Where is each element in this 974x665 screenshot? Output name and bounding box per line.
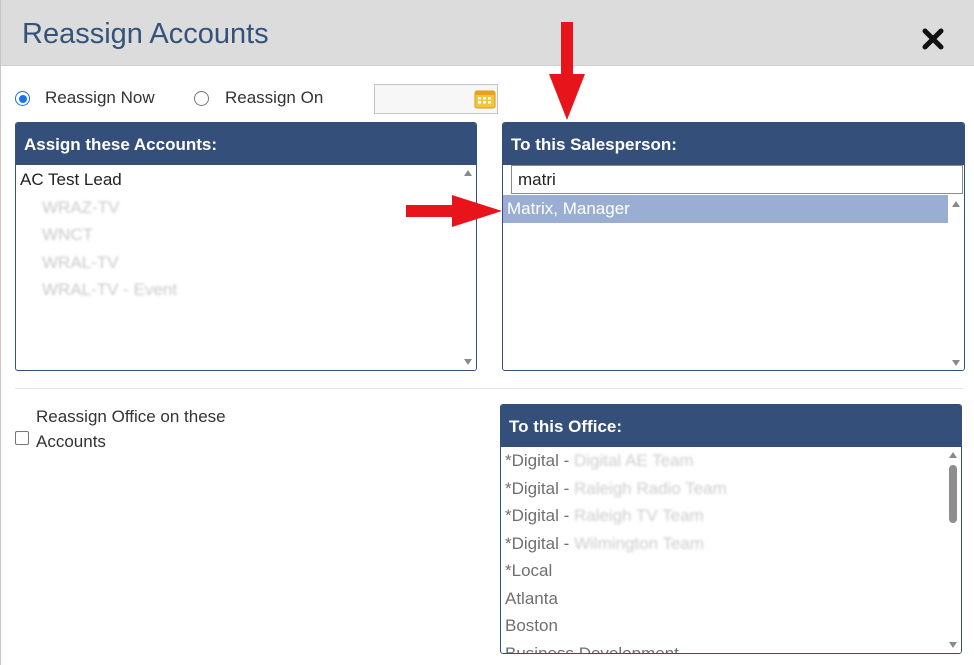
list-item[interactable]: WRAZ-TV [16,194,460,222]
office-item-prefix: *Digital - [505,533,574,553]
scroll-up-icon[interactable] [464,170,472,176]
list-item[interactable]: *Digital - Digital AE Team [501,447,945,475]
office-item-prefix: *Local [505,561,553,580]
scroll-up-icon[interactable] [952,201,960,207]
accounts-panel-header: Assign these Accounts: [16,123,476,165]
office-panel: To this Office: *Digital - Digital AE Te… [500,404,962,654]
office-item-prefix: *Digital - [505,451,574,470]
office-panel-header: To this Office: [501,405,961,447]
dialog-title: Reassign Accounts [22,18,269,50]
office-item-name: Raleigh Radio Team [573,478,727,498]
office-item-prefix: *Digital - [505,478,574,498]
accounts-list[interactable]: AC Test Lead WRAZ-TV WNCT WRAL-TV WRAL-T… [16,166,460,370]
reassign-timing-group: Reassign Now Reassign On [1,88,601,112]
list-item[interactable]: WNCT [16,221,460,249]
salesperson-list[interactable]: Matrix, Manager [503,195,948,370]
salesperson-scrollbar[interactable] [948,195,964,370]
section-divider [15,388,963,389]
list-item[interactable]: Atlanta [501,585,945,613]
right-arrow-annotation-icon [406,195,502,227]
list-item[interactable]: Matrix, Manager [503,195,948,223]
reassign-office-checkbox[interactable] [15,431,29,445]
reassign-now-radio[interactable] [15,91,30,106]
scroll-thumb[interactable] [949,465,957,523]
list-item[interactable]: *Digital - Raleigh TV Team [501,502,945,530]
office-item-name: Digital AE Team [573,451,694,470]
office-item-prefix: Atlanta [505,588,558,608]
list-item[interactable]: *Digital - Wilmington Team [501,530,945,558]
accounts-panel: Assign these Accounts: AC Test Lead WRAZ… [15,122,477,371]
reassign-on-label[interactable]: Reassign On [225,88,323,108]
reassign-office-label[interactable]: Reassign Office on these Accounts [36,404,256,454]
office-scrollbar[interactable] [945,447,961,653]
office-item-prefix: *Digital - [505,506,574,525]
reassign-accounts-dialog: Reassign Accounts Reassign Now Reassign … [0,0,974,665]
salesperson-panel-header: To this Salesperson: [503,123,964,165]
reassign-now-label[interactable]: Reassign Now [45,88,155,108]
title-bar: Reassign Accounts [1,0,974,66]
scroll-down-icon[interactable] [949,642,957,648]
reassign-on-radio[interactable] [194,91,209,106]
list-item[interactable]: Boston [501,612,945,640]
list-item[interactable]: WRAL-TV [16,249,460,277]
salesperson-search-input[interactable]: matri [511,165,963,194]
scroll-up-icon[interactable] [949,452,957,458]
office-item-name: Raleigh TV Team [573,506,704,525]
list-item[interactable]: *Digital - Raleigh Radio Team [501,475,945,503]
close-icon[interactable] [917,23,949,55]
list-item[interactable]: WRAL-TV - Event [16,276,460,304]
salesperson-panel: To this Salesperson: Matrix, Manager [502,122,965,371]
scroll-down-icon[interactable] [952,360,960,366]
list-item[interactable]: AC Test Lead [16,166,460,194]
office-item-prefix: Business Development [505,643,679,654]
calendar-icon[interactable] [474,89,496,109]
scroll-down-icon[interactable] [464,359,472,365]
office-item-prefix: Boston [505,616,558,635]
down-arrow-annotation-icon [549,22,585,120]
list-item[interactable]: Business Development [501,640,945,654]
office-item-name: Wilmington Team [573,533,705,553]
office-list[interactable]: *Digital - Digital AE Team *Digital - Ra… [501,447,945,653]
list-item[interactable]: *Local [501,557,945,585]
